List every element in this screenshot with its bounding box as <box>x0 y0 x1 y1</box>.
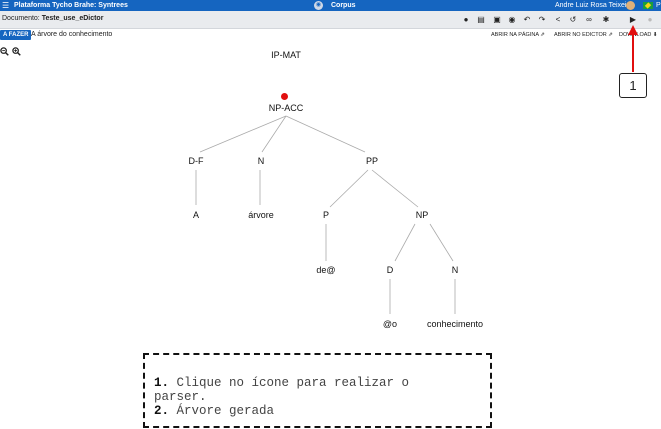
note-number: 2. <box>154 404 170 418</box>
note-text: Árvore gerada <box>169 404 275 418</box>
note-text: Clique no ícone para realizar o <box>169 376 410 390</box>
note-number: 1. <box>154 376 170 390</box>
note-line-2: 2. Árvore gerada <box>154 405 274 418</box>
instruction-note: 1. Clique no ícone para realizar o parse… <box>143 353 492 428</box>
annotation-badge: 1 <box>619 73 647 98</box>
note-line-1b: parser. <box>154 390 207 404</box>
note-line-1: 1. Clique no ícone para realizar o <box>154 377 409 390</box>
